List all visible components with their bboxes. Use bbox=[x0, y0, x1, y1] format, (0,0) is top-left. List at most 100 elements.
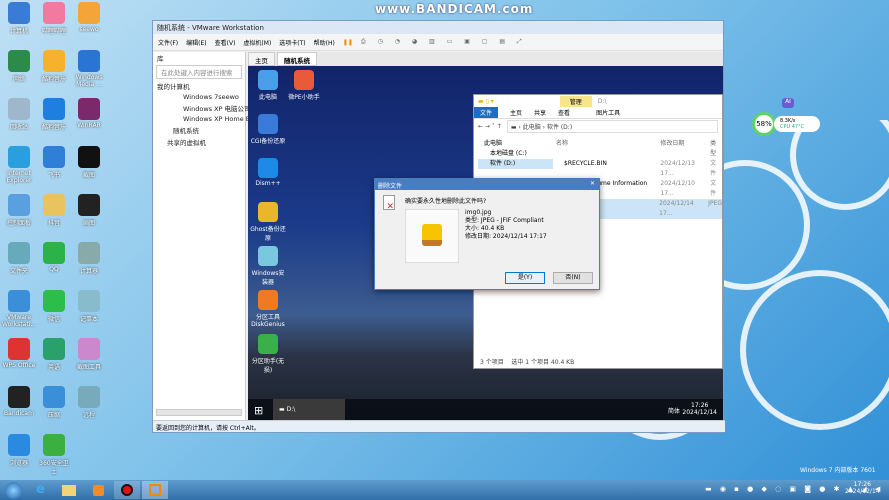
desktop-icon[interactable]: 酷狗音乐 bbox=[37, 50, 71, 83]
toolbar-icons[interactable]: ⎙ ◷ ◔ ◕ ▥ ▭ ▣ ▢ ▤ ⤢ bbox=[361, 38, 527, 46]
vm-screen[interactable]: 此电脑 微PE小助手 CGI备份还原 Dism++ Ghost备份还原 Windows安装… bbox=[248, 66, 723, 421]
tree-vm[interactable]: Windows 7seewo bbox=[153, 92, 245, 102]
breadcrumb-pc[interactable]: 此电脑 bbox=[523, 124, 541, 131]
ie-icon[interactable]: e bbox=[36, 482, 45, 497]
bandicam-task[interactable] bbox=[114, 481, 140, 499]
nav-d[interactable]: 软件 (D:) bbox=[478, 159, 553, 169]
col-name[interactable]: 名称 bbox=[556, 139, 660, 159]
desktop-icon[interactable]: seewo bbox=[72, 2, 106, 33]
desktop-icon[interactable]: 抖音 bbox=[37, 194, 71, 227]
ribbon-share[interactable]: 共享 bbox=[534, 108, 546, 117]
desktop-icon[interactable]: Bandicam bbox=[2, 386, 36, 417]
close-icon[interactable]: ✕ bbox=[590, 180, 595, 187]
ribbon-file[interactable]: 文件 bbox=[474, 107, 499, 118]
start-button[interactable] bbox=[5, 482, 22, 499]
media-player-icon[interactable] bbox=[93, 485, 104, 496]
desktop-icon[interactable]: 压缩 bbox=[37, 386, 71, 419]
no-button[interactable]: 否(N) bbox=[553, 272, 593, 284]
app-icon bbox=[8, 50, 30, 72]
desktop-icon[interactable]: 哔哩哔哩 bbox=[37, 2, 71, 35]
menu-edit[interactable]: 编辑(E) bbox=[186, 38, 206, 47]
tree-my-computer[interactable]: 我的计算机 bbox=[153, 80, 245, 92]
guest-desktop-icon[interactable]: Ghost备份还原 bbox=[250, 202, 286, 242]
desktop-icon[interactable]: 英语 bbox=[37, 338, 71, 371]
tree-shared[interactable]: 共享的虚拟机 bbox=[153, 136, 245, 148]
desktop-icon[interactable]: 网络 bbox=[2, 50, 36, 83]
desktop-icon-label: Windows Media ... bbox=[75, 74, 103, 88]
windows-start-icon[interactable]: ⊞ bbox=[254, 404, 263, 417]
menu-file[interactable]: 文件(F) bbox=[158, 38, 178, 47]
desktop-icon-label: 控制面板 bbox=[6, 220, 31, 227]
guest-desktop-icon[interactable]: 分区助手(无损) bbox=[250, 334, 286, 374]
address-bar[interactable]: ▬ › 此电脑 › 软件 (D:) bbox=[506, 119, 718, 133]
folder-icon[interactable] bbox=[62, 485, 76, 496]
desktop-icon[interactable]: Windows Media ... bbox=[72, 50, 106, 88]
library-scrollbar[interactable] bbox=[156, 409, 242, 416]
menu-view[interactable]: 查看(V) bbox=[215, 38, 236, 47]
yes-button[interactable]: 是(Y) bbox=[505, 272, 545, 284]
menu-tabs[interactable]: 选项卡(T) bbox=[279, 38, 305, 47]
desktop-icon[interactable]: 微信 bbox=[37, 290, 71, 323]
desktop-icon[interactable]: 文件夹 bbox=[2, 242, 36, 275]
file-row[interactable]: $RECYCLE.BIN 2024/12/13 17... 文件 bbox=[556, 159, 722, 179]
guest-desktop-icon[interactable]: Dism++ bbox=[250, 158, 286, 187]
desktop-icon[interactable]: QQ bbox=[37, 242, 71, 273]
host-time: 17:26 bbox=[853, 481, 871, 488]
tab-home[interactable]: 主页 bbox=[248, 52, 275, 66]
file-type: 文件 bbox=[710, 160, 717, 177]
desktop-icon[interactable]: Internet Explorer bbox=[2, 146, 36, 184]
desktop-icon[interactable]: WPS Office bbox=[2, 338, 36, 369]
breadcrumb-d[interactable]: 软件 (D:) bbox=[547, 124, 572, 131]
col-type[interactable]: 类型 bbox=[710, 139, 722, 159]
app-icon bbox=[78, 98, 100, 120]
tree-vm[interactable]: Windows XP Home Ed bbox=[153, 114, 254, 124]
manage-tab[interactable]: 管理 bbox=[559, 95, 592, 107]
desktop-icon[interactable]: 控制面板 bbox=[2, 194, 36, 227]
menu-help[interactable]: 帮助(H) bbox=[314, 38, 335, 47]
pause-icon[interactable]: ❚❚ bbox=[343, 39, 353, 46]
tree-vm[interactable]: 随机系统 bbox=[153, 124, 245, 136]
desktop-icon[interactable]: 计算机 bbox=[2, 2, 36, 35]
taskbar-explorer[interactable]: ▬ D:\ bbox=[273, 399, 345, 421]
nav-arrows[interactable]: ← → ˅ ↑ bbox=[478, 123, 502, 130]
ribbon-home[interactable]: 主页 bbox=[510, 108, 522, 117]
desktop-icon[interactable]: 远程 bbox=[72, 386, 106, 419]
desktop-icon[interactable]: 计算器 bbox=[72, 242, 106, 275]
menu-vm[interactable]: 虚拟机(M) bbox=[243, 38, 271, 47]
library-title: 库 bbox=[157, 55, 164, 63]
tree-vm[interactable]: Windows XP 电脑公司 bbox=[153, 102, 251, 114]
col-date[interactable]: 修改日期 bbox=[660, 139, 710, 159]
desktop-icon[interactable]: WinRAR bbox=[72, 98, 106, 129]
nav-c[interactable]: 本地磁盘 (C:) bbox=[478, 149, 553, 159]
vmware-task[interactable] bbox=[142, 481, 168, 499]
quick-access-icons[interactable]: ▬ ▯ ▾ bbox=[478, 98, 494, 105]
desktop-icon[interactable]: 截图 bbox=[72, 146, 106, 179]
guest-desktop-icon[interactable]: 此电脑 bbox=[250, 70, 286, 101]
desktop-icon[interactable]: 画图 bbox=[72, 194, 106, 227]
system-widget[interactable]: AI 58% 8.3K/s CPU 47°C bbox=[752, 98, 822, 140]
guest-desktop-icon[interactable]: Windows安装器 bbox=[250, 246, 286, 286]
desktop-icon-label: 画图 bbox=[82, 220, 95, 227]
ime-indicator[interactable]: 简体 bbox=[668, 406, 680, 415]
library-search[interactable]: 在此处键入内容进行搜索 bbox=[156, 65, 242, 79]
desktop-icon[interactable]: 酷狗音乐 bbox=[37, 98, 71, 131]
desktop-icon[interactable]: VMware Workstati... bbox=[2, 290, 36, 328]
tab-random-system[interactable]: 随机系统 bbox=[277, 52, 317, 66]
ribbon-picture-tools[interactable]: 图片工具 bbox=[596, 108, 620, 117]
desktop-icon[interactable]: 飞书 bbox=[37, 146, 71, 179]
ai-badge[interactable]: AI bbox=[782, 98, 794, 108]
ribbon-view[interactable]: 查看 bbox=[558, 108, 570, 117]
desktop-icon[interactable]: 360安全卫士 bbox=[37, 434, 71, 476]
nav-this-pc[interactable]: 此电脑 bbox=[478, 139, 553, 149]
dialog-question: 确实要永久性地删除此文件吗? bbox=[405, 198, 487, 205]
desktop-icon[interactable]: 浏览器 bbox=[2, 434, 36, 467]
guest-desktop-icon[interactable]: 微PE小助手 bbox=[286, 70, 322, 101]
desktop-icon[interactable]: 截图工具 bbox=[72, 338, 106, 371]
guest-desktop-icon[interactable]: 分区工具DiskGenius bbox=[250, 290, 286, 328]
desktop-icon[interactable]: 回收站 bbox=[2, 98, 36, 131]
guest-desktop-icon[interactable]: CGI备份还原 bbox=[250, 114, 286, 145]
cpu-temp: CPU 47°C bbox=[780, 124, 805, 130]
guest-icon-label: 分区工具DiskGenius bbox=[251, 314, 285, 328]
desktop-icon[interactable]: 记事本 bbox=[72, 290, 106, 323]
app-icon bbox=[8, 146, 30, 168]
